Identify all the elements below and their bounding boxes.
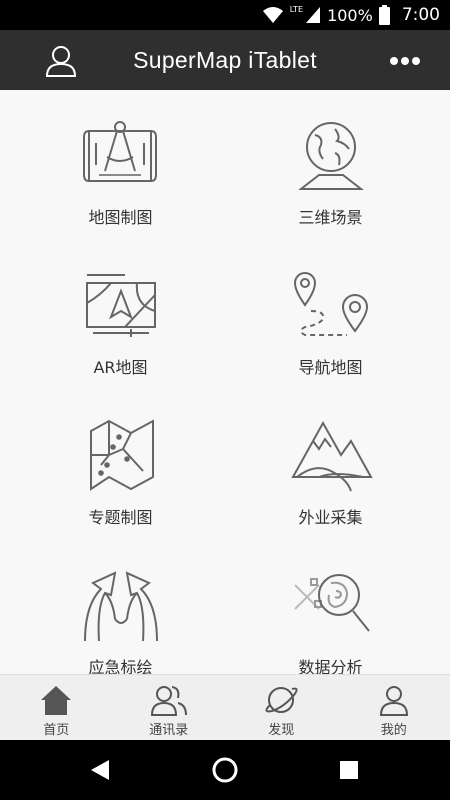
signal-icon — [306, 7, 321, 23]
app-header: SuperMap iTablet — [0, 30, 450, 90]
module-label: 导航地图 — [298, 358, 363, 377]
module-map-drafting[interactable]: 地图制图 — [8, 95, 233, 245]
module-label: 应急标绘 — [88, 658, 153, 674]
wifi-icon — [262, 7, 283, 23]
module-label: 三维场景 — [298, 208, 363, 227]
navigation-route-icon — [286, 260, 376, 350]
mountain-field-icon — [286, 410, 376, 500]
module-ar-map[interactable]: AR地图 — [8, 245, 233, 395]
thematic-map-icon — [76, 410, 166, 500]
app-title: SuperMap iTablet — [133, 47, 317, 73]
emergency-arrows-icon — [76, 560, 166, 650]
contacts-icon — [149, 683, 189, 717]
recents-button[interactable] — [331, 752, 367, 788]
nav-label: 首页 — [43, 723, 70, 738]
battery-percent: 100% — [327, 5, 373, 25]
status-bar: LTE 100% 7:00 — [0, 0, 450, 30]
module-data-analysis[interactable]: 数据分析 — [218, 545, 443, 674]
home-icon — [36, 683, 76, 717]
clock: 7:00 — [401, 5, 440, 25]
recents-square-icon — [340, 761, 358, 779]
module-label: 数据分析 — [298, 658, 363, 674]
battery-icon — [378, 5, 390, 25]
data-analysis-icon — [286, 560, 376, 650]
module-grid: 地图制图 三维场景 AR地图 导航地图 专题制图 外业采集 应急标绘 数据分析 — [0, 90, 450, 674]
nav-tab-discover[interactable]: 发现 — [225, 675, 338, 741]
network-type: LTE — [289, 4, 304, 14]
module-emergency-plotting[interactable]: 应急标绘 — [8, 545, 233, 674]
module-thematic-map[interactable]: 专题制图 — [8, 395, 233, 545]
system-navigation-bar — [0, 740, 450, 800]
more-dots-icon — [390, 57, 420, 65]
module-3d-scene[interactable]: 三维场景 — [218, 95, 443, 245]
module-label: 外业采集 — [298, 508, 363, 527]
nav-tab-home[interactable]: 首页 — [0, 675, 113, 741]
module-label: 地图制图 — [88, 208, 153, 227]
planet-icon — [261, 683, 301, 717]
map-drafting-icon — [76, 110, 166, 200]
back-triangle-icon — [91, 760, 109, 780]
module-label: AR地图 — [93, 358, 148, 377]
home-system-button[interactable] — [207, 752, 243, 788]
3d-globe-icon — [286, 110, 376, 200]
nav-tab-contacts[interactable]: 通讯录 — [113, 675, 226, 741]
nav-label: 发现 — [268, 723, 295, 738]
module-navigation-map[interactable]: 导航地图 — [218, 245, 443, 395]
status-icons: LTE 100% 7:00 — [262, 0, 440, 30]
more-options-button[interactable] — [385, 41, 425, 81]
module-field-collection[interactable]: 外业采集 — [218, 395, 443, 545]
nav-label: 我的 — [380, 723, 407, 738]
person-icon — [374, 683, 414, 717]
home-circle-icon — [212, 757, 238, 783]
module-label: 专题制图 — [88, 508, 153, 527]
ar-map-icon — [76, 260, 166, 350]
nav-label: 通讯录 — [149, 723, 189, 738]
bottom-navigation: 首页 通讯录 发现 我的 — [0, 674, 450, 741]
nav-tab-me[interactable]: 我的 — [338, 675, 450, 741]
back-button[interactable] — [82, 752, 118, 788]
